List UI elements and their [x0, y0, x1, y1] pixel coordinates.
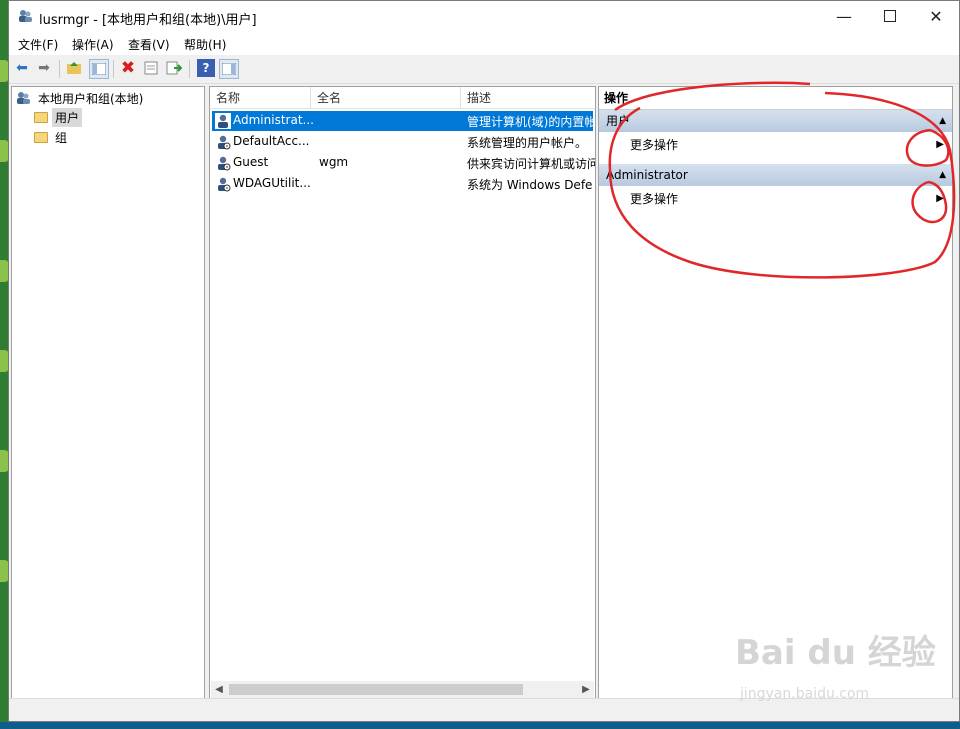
action-group-title: 用户 [606, 114, 631, 128]
column-header-fullname[interactable]: 全名 [311, 87, 461, 109]
cell-description: 系统管理的用户帐户。 [467, 136, 588, 150]
console-tree: 本地用户和组(本地) 用户 组 [11, 86, 205, 700]
cell-name: Administrat... [233, 113, 313, 127]
action-item-label: 更多操作 [630, 138, 679, 152]
cell-description: 系统为 Windows Defe [467, 178, 593, 192]
lusrmgr-window: lusrmgr - [本地用户和组(本地)\用户] — ✕ 文件(F) 操作(A… [8, 0, 960, 722]
user-list: 名称 全名 描述 Administrat... 管理计算机(域)的内置帐 Def… [209, 86, 596, 700]
tree-item-groups[interactable]: 组 [34, 128, 70, 146]
folder-icon [34, 131, 48, 143]
cell-description: 供来宾访问计算机或访问 [467, 157, 595, 171]
help-icon[interactable]: ? [197, 59, 215, 77]
up-folder-icon[interactable] [65, 59, 83, 77]
action-group-users[interactable]: 用户 ▲ [599, 110, 952, 132]
cell-name: WDAGUtilit... [233, 176, 311, 190]
tree-root[interactable]: 本地用户和组(本地) [15, 89, 146, 107]
show-hide-action-pane-icon[interactable] [219, 59, 239, 79]
close-icon[interactable]: ✕ [913, 1, 959, 31]
back-icon[interactable]: ⬅ [13, 59, 31, 77]
actions-pane: 操作 用户 ▲ 更多操作 ▶ Administrator ▲ 更多操作 ▶ [598, 86, 953, 700]
column-header-description[interactable]: 描述 [461, 87, 595, 109]
folder-icon [34, 111, 48, 123]
cell-name: Guest [233, 155, 269, 169]
action-item-label: 更多操作 [630, 192, 679, 206]
more-actions-users[interactable]: 更多操作 ▶ [599, 134, 952, 156]
baidu-watermark-url: jingyan.baidu.com [740, 686, 870, 702]
submenu-arrow-icon: ▶ [936, 193, 944, 204]
cell-description: 管理计算机(域)的内置帐 [467, 115, 595, 129]
menu-action[interactable]: 操作(A) [72, 36, 114, 53]
toolbar: ⬅ ➡ ✖ ? [9, 55, 959, 84]
menu-file[interactable]: 文件(F) [18, 36, 58, 53]
users-app-icon [19, 10, 32, 22]
window-title: lusrmgr - [本地用户和组(本地)\用户] [39, 13, 257, 28]
horizontal-scrollbar[interactable]: ◀ ▶ [211, 681, 594, 698]
tree-root-label: 本地用户和组(本地) [38, 91, 144, 106]
actions-header: 操作 [599, 87, 952, 110]
users-group-icon [17, 92, 30, 104]
tree-item-label: 组 [55, 130, 68, 145]
baidu-watermark: Bai du 经验 [735, 633, 936, 673]
table-row[interactable]: WDAGUtilit... 系统为 Windows Defe [212, 174, 593, 194]
tree-item-users[interactable]: 用户 [34, 107, 83, 127]
cell-name: DefaultAcc... [233, 134, 310, 148]
action-group-administrator[interactable]: Administrator ▲ [599, 164, 952, 186]
table-row[interactable]: Administrat... 管理计算机(域)的内置帐 [212, 111, 595, 131]
menu-bar: 文件(F) 操作(A) 查看(V) 帮助(H) [9, 33, 959, 55]
collapse-icon[interactable]: ▲ [939, 110, 946, 132]
column-header-name[interactable]: 名称 [210, 87, 311, 109]
table-row[interactable]: DefaultAcc... 系统管理的用户帐户。 [212, 132, 593, 152]
export-list-icon[interactable] [165, 59, 183, 77]
submenu-arrow-icon: ▶ [936, 139, 944, 150]
more-actions-administrator[interactable]: 更多操作 ▶ [599, 188, 952, 210]
user-disabled-icon [218, 156, 231, 171]
properties-icon[interactable] [142, 59, 160, 77]
cell-fullname: wgm [319, 155, 349, 169]
scroll-left-icon[interactable]: ◀ [211, 681, 227, 698]
user-disabled-icon [218, 177, 231, 192]
show-hide-tree-icon[interactable] [89, 59, 109, 79]
menu-view[interactable]: 查看(V) [128, 36, 170, 53]
table-row[interactable]: Guest wgm 供来宾访问计算机或访问 [212, 153, 595, 173]
forward-icon[interactable]: ➡ [35, 59, 53, 77]
user-disabled-icon [218, 135, 231, 150]
collapse-icon[interactable]: ▲ [939, 164, 946, 186]
menu-help[interactable]: 帮助(H) [184, 36, 226, 53]
action-group-title: Administrator [606, 168, 688, 182]
user-icon [215, 113, 231, 129]
maximize-icon[interactable] [867, 1, 913, 31]
delete-icon[interactable]: ✖ [119, 58, 137, 78]
taskbar [0, 722, 960, 729]
title-bar[interactable]: lusrmgr - [本地用户和组(本地)\用户] — ✕ [9, 1, 959, 33]
scrollbar-thumb[interactable] [229, 684, 523, 695]
minimize-icon[interactable]: — [821, 1, 867, 31]
tree-item-label: 用户 [52, 107, 83, 127]
scroll-right-icon[interactable]: ▶ [578, 681, 594, 698]
